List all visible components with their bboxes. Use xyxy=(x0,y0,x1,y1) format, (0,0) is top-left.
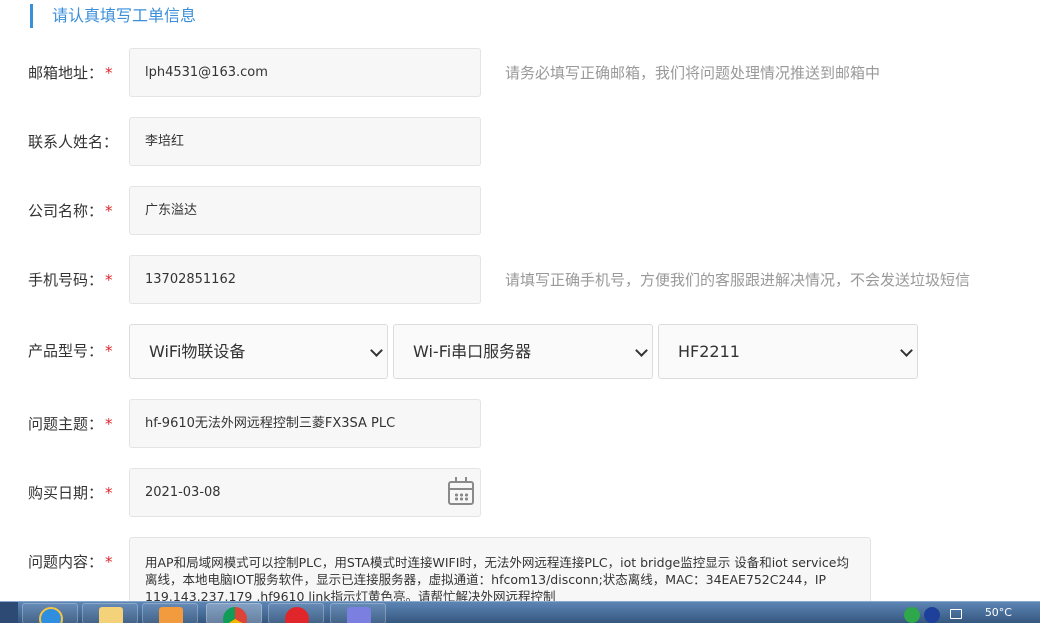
internet-explorer-icon xyxy=(39,607,63,623)
taskbar-app-media[interactable] xyxy=(142,603,198,623)
calendar-ring xyxy=(455,477,457,483)
phone-field[interactable]: 13702851162 xyxy=(129,255,481,304)
product-subcategory-value: Wi-Fi串口服务器 xyxy=(413,342,532,361)
content-label: 问题内容： * xyxy=(28,551,113,572)
email-field[interactable]: lph4531@163.com xyxy=(129,48,481,97)
email-label: 邮箱地址： * xyxy=(28,62,113,83)
temperature-readout: 50°C xyxy=(984,606,1012,619)
phone-hint: 请填写正确手机号，方便我们的客服跟进解决情况，不会发送垃圾短信 xyxy=(505,271,971,289)
required-mark: * xyxy=(105,342,113,360)
chevron-down-icon xyxy=(635,344,648,357)
product-label-text: 产品型号： xyxy=(28,342,104,360)
company-label-text: 公司名称： xyxy=(28,202,104,220)
product-category-value: WiFi物联设备 xyxy=(149,342,246,361)
product-model-value: HF2211 xyxy=(678,342,740,361)
contact-label: 联系人姓名： xyxy=(28,133,119,151)
subject-field[interactable]: hf-9610无法外网远程控制三菱FX3SA PLC xyxy=(129,399,481,448)
folder-icon xyxy=(99,607,123,623)
email-hint: 请务必填写正确邮箱，我们将问题处理情况推送到邮箱中 xyxy=(505,64,881,82)
start-button[interactable] xyxy=(0,602,18,623)
product-label: 产品型号： * xyxy=(28,340,113,361)
taskbar: 50°C xyxy=(0,601,1040,623)
subject-label-text: 问题主题： xyxy=(28,415,104,433)
chrome-icon xyxy=(223,607,247,623)
phone-label-text: 手机号码： xyxy=(28,271,104,289)
help-icon[interactable] xyxy=(924,607,940,623)
purchase-date-label: 购买日期： * xyxy=(28,482,113,503)
required-mark: * xyxy=(105,202,113,220)
company-label: 公司名称： * xyxy=(28,200,113,221)
section-title: 请认真填写工单信息 xyxy=(30,4,196,28)
email-label-text: 邮箱地址： xyxy=(28,64,104,82)
taskbar-app-ie[interactable] xyxy=(22,603,78,623)
taskbar-app-6[interactable] xyxy=(330,603,386,623)
content-label-text: 问题内容： xyxy=(28,553,104,571)
required-mark: * xyxy=(105,415,113,433)
ticket-form-page: 请认真填写工单信息 邮箱地址： * lph4531@163.com 请务必填写正确… xyxy=(0,0,1040,623)
purchase-date-label-text: 购买日期： xyxy=(28,484,104,502)
app-icon xyxy=(347,607,371,623)
media-player-icon xyxy=(159,607,183,623)
subject-label: 问题主题： * xyxy=(28,413,113,434)
taskbar-app-chrome[interactable] xyxy=(206,603,262,623)
input-method-icon[interactable] xyxy=(904,607,920,623)
chevron-down-icon xyxy=(370,344,383,357)
company-field[interactable]: 广东溢达 xyxy=(129,186,481,235)
calendar-ring xyxy=(465,477,467,483)
required-mark: * xyxy=(105,64,113,82)
window-icon[interactable] xyxy=(950,609,962,619)
product-category-select[interactable]: WiFi物联设备 xyxy=(129,324,388,379)
calendar-icon[interactable] xyxy=(448,477,474,505)
purchase-date-value: 2021-03-08 xyxy=(145,485,221,500)
required-mark: * xyxy=(105,271,113,289)
calendar-grid xyxy=(454,493,470,501)
contact-name-field[interactable]: 李培红 xyxy=(129,117,481,166)
product-model-select[interactable]: HF2211 xyxy=(658,324,918,379)
product-subcategory-select[interactable]: Wi-Fi串口服务器 xyxy=(393,324,653,379)
antivirus-icon xyxy=(285,607,309,623)
required-mark: * xyxy=(105,484,113,502)
phone-label: 手机号码： * xyxy=(28,269,113,290)
taskbar-app-antivirus[interactable] xyxy=(268,603,324,623)
purchase-date-field[interactable]: 2021-03-08 xyxy=(129,468,481,517)
required-mark: * xyxy=(105,553,113,571)
taskbar-app-explorer[interactable] xyxy=(82,603,138,623)
chevron-down-icon xyxy=(900,344,913,357)
